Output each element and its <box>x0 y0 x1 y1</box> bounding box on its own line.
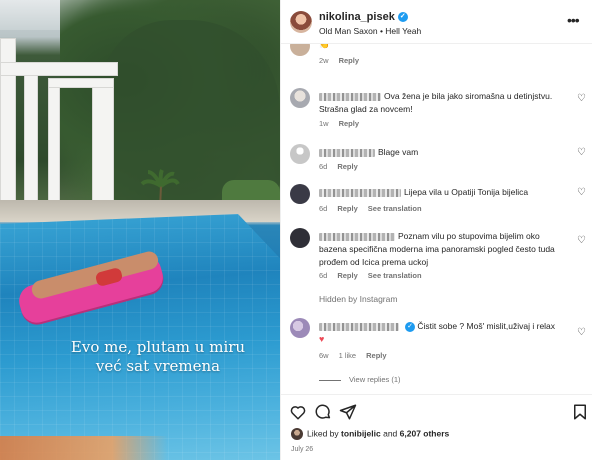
liker-username[interactable]: tonibijelic <box>341 428 381 438</box>
heart-icon[interactable] <box>289 403 307 421</box>
liker-avatar <box>291 428 303 440</box>
share-icon[interactable] <box>339 403 357 421</box>
trees-dark <box>100 20 280 200</box>
photo-caption: Evo me, plutam u miru već sat vremena <box>58 338 258 376</box>
post-date: July 26 <box>291 446 314 453</box>
heart-icon[interactable]: ♡ <box>577 188 587 198</box>
likes-summary[interactable]: Liked by tonibijelic and 6,207 others <box>291 428 591 444</box>
post-header: nikolina_pisek ✓ Old Man Saxon • Hell Yea… <box>281 0 592 44</box>
others-count[interactable]: 6,207 others <box>400 428 450 438</box>
red-heart-emoji: ♥ <box>319 334 325 344</box>
avatar[interactable] <box>290 228 310 248</box>
avatar[interactable] <box>290 44 310 56</box>
view-replies-button[interactable]: View replies (1) <box>319 375 401 384</box>
caption-line: Evo me, plutam u miru <box>70 338 246 356</box>
clap-emoji: 👏 <box>319 44 330 49</box>
comment-time: 6d <box>319 204 328 213</box>
blurred-username <box>319 92 381 101</box>
reply-button[interactable]: Reply <box>337 204 357 213</box>
hidden-by-instagram[interactable]: Hidden by Instagram <box>319 294 397 304</box>
reply-button[interactable]: Reply <box>337 271 357 280</box>
verified-icon: ✓ <box>397 12 408 23</box>
comment-time: 6d <box>319 271 328 280</box>
see-translation-button[interactable]: See translation <box>368 204 422 213</box>
comment-meta: 6d Reply See translation <box>319 204 432 213</box>
verified-icon: ✓ <box>405 321 415 332</box>
heart-icon[interactable]: ♡ <box>577 236 587 246</box>
reply-button[interactable]: Reply <box>339 119 359 128</box>
comment-time: 6d <box>319 162 328 171</box>
comment-text: 👏 <box>319 44 561 51</box>
comment-meta: 2w Reply <box>319 56 369 65</box>
post-photo[interactable]: Evo me, plutam u miru već sat vremena <box>0 0 280 460</box>
heart-icon[interactable]: ♡ <box>577 94 587 104</box>
comment-meta: 1w Reply <box>319 119 369 128</box>
comment-meta: 6d Reply <box>319 162 368 171</box>
see-translation-button[interactable]: See translation <box>368 271 422 280</box>
blurred-username <box>319 322 399 331</box>
more-horizontal-icon[interactable]: ••• <box>567 12 580 28</box>
blurred-username <box>319 148 375 157</box>
comment-meta: 6d Reply See translation <box>319 271 432 280</box>
avatar[interactable] <box>290 184 310 204</box>
orange-foreground <box>0 436 280 460</box>
comments-panel: nikolina_pisek ✓ Old Man Saxon • Hell Yea… <box>280 0 592 460</box>
music-label[interactable]: Old Man Saxon • Hell Yeah <box>319 26 421 36</box>
comment-list[interactable]: 👏 2w Reply Ova žena je bila jako siromašn… <box>281 44 592 394</box>
divider-line <box>319 379 341 381</box>
default-avatar-icon[interactable] <box>290 144 310 164</box>
avatar[interactable] <box>290 88 310 108</box>
username[interactable]: nikolina_pisek <box>319 11 395 23</box>
avatar[interactable] <box>290 11 312 33</box>
reply-button[interactable]: Reply <box>337 162 357 171</box>
comment-time: 6w <box>319 351 329 360</box>
comment-text: ✓ Čistit sobe ? Moš' mislit,uživaj i rel… <box>319 321 556 344</box>
comment-icon[interactable] <box>314 403 332 421</box>
pool-tiles <box>0 214 280 460</box>
avatar[interactable] <box>290 318 310 338</box>
bookmark-icon[interactable] <box>571 403 589 421</box>
comment-likes[interactable]: 1 like <box>339 351 357 360</box>
heart-icon[interactable]: ♡ <box>577 328 587 338</box>
comment-text: Blage vam <box>319 146 561 159</box>
username-row: nikolina_pisek ✓ <box>319 11 408 23</box>
comment-text: Lijepa vila u Opatiji Tonija bijelica <box>319 186 561 199</box>
villa-columns <box>0 38 118 208</box>
comment-time: 1w <box>319 119 329 128</box>
comment-time: 2w <box>319 56 329 65</box>
reply-button[interactable]: Reply <box>339 56 359 65</box>
blurred-username <box>319 188 401 197</box>
comment-meta: 6w 1 like Reply <box>319 351 397 360</box>
blurred-username <box>319 232 395 241</box>
comment-text: Poznam vilu po stupovima bijelim oko baz… <box>319 231 555 267</box>
action-bar <box>281 394 592 428</box>
reply-button[interactable]: Reply <box>366 351 386 360</box>
comment-text: Ova žena je bila jako siromašna u detinj… <box>319 91 553 114</box>
heart-icon[interactable]: ♡ <box>577 148 587 158</box>
caption-line: već sat vremena <box>95 357 221 375</box>
